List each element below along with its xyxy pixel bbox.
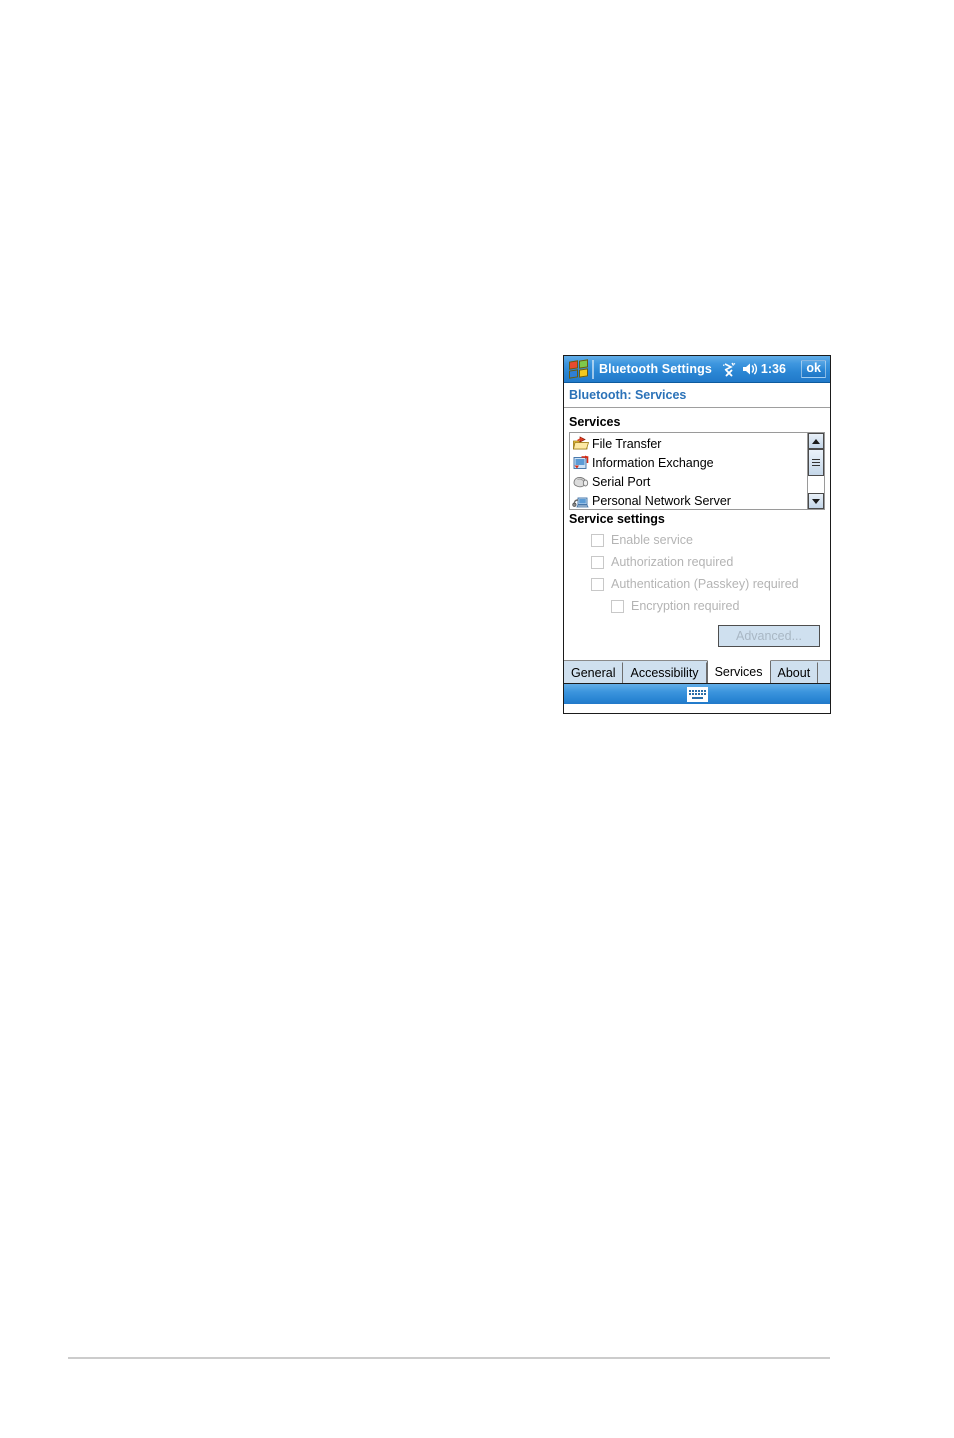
title-bar: Bluetooth Settings 1:36 ok: [564, 356, 830, 383]
information-exchange-icon: [572, 455, 590, 471]
encryption-required-checkbox[interactable]: [611, 599, 624, 613]
windows-flag-icon[interactable]: [567, 358, 589, 379]
tab-services[interactable]: Services: [706, 660, 771, 683]
scrollbar-thumb[interactable]: [808, 449, 824, 476]
services-list: File Transfer Information Exchange Seria…: [570, 433, 807, 509]
checkbox-label: Encryption required: [631, 599, 740, 613]
enable-service-checkbox[interactable]: [591, 533, 604, 547]
page-footer-rule: [68, 1357, 830, 1359]
list-item-label: Information Exchange: [592, 455, 714, 470]
services-section-label: Services: [569, 415, 621, 429]
list-item-label: File Transfer: [592, 436, 662, 451]
list-item-label: Personal Network Server: [592, 493, 731, 508]
status-icon-tray: [721, 362, 758, 377]
list-item-label: Serial Port: [592, 474, 651, 489]
sip-bar: [564, 683, 830, 704]
tab-accessibility[interactable]: Accessibility: [623, 662, 707, 683]
connectivity-icon[interactable]: [721, 362, 737, 377]
checkbox-row-encryption-required[interactable]: Encryption required: [569, 595, 825, 617]
advanced-button[interactable]: Advanced...: [718, 625, 820, 647]
clock-time: 1:36: [760, 362, 786, 376]
volume-icon[interactable]: [742, 362, 758, 376]
authentication-required-checkbox[interactable]: [591, 577, 604, 591]
checkbox-label: Enable service: [611, 533, 693, 547]
serial-port-icon: [572, 474, 590, 490]
tab-bar: General Accessibility Services About: [564, 660, 830, 683]
ok-button[interactable]: ok: [801, 359, 826, 379]
list-item[interactable]: File Transfer: [572, 434, 807, 453]
scroll-down-arrow-icon[interactable]: [808, 493, 824, 509]
personal-network-server-icon: [572, 493, 590, 509]
checkbox-row-authorization-required[interactable]: Authorization required: [569, 551, 825, 573]
window-title: Bluetooth Settings: [599, 362, 712, 376]
checkbox-row-authentication-required[interactable]: Authentication (Passkey) required: [569, 573, 825, 595]
checkbox-row-enable-service[interactable]: Enable service: [569, 529, 825, 551]
list-item[interactable]: Information Exchange: [572, 453, 807, 472]
page-title: Bluetooth: Services: [569, 388, 687, 402]
keyboard-icon[interactable]: [686, 686, 708, 702]
checkbox-label: Authentication (Passkey) required: [611, 577, 799, 591]
scrollbar-track[interactable]: [808, 449, 824, 493]
tab-general[interactable]: General: [564, 662, 624, 683]
services-listbox[interactable]: File Transfer Information Exchange Seria…: [569, 432, 825, 510]
scroll-up-arrow-icon[interactable]: [808, 433, 824, 449]
tab-bar-filler: [818, 662, 830, 683]
advanced-button-row: Advanced...: [569, 625, 825, 647]
subtitle-bar: Bluetooth: Services: [564, 383, 830, 408]
service-settings-section-label: Service settings: [569, 512, 665, 526]
services-list-scrollbar[interactable]: [807, 433, 824, 509]
list-item[interactable]: Serial Port: [572, 472, 807, 491]
settings-body: Services File Transfer Information Excha…: [564, 408, 830, 660]
file-transfer-icon: [572, 435, 590, 452]
checkbox-label: Authorization required: [611, 555, 734, 569]
title-separator: [592, 359, 594, 379]
authorization-required-checkbox[interactable]: [591, 555, 604, 569]
service-settings-group: Enable service Authorization required Au…: [569, 529, 825, 617]
bluetooth-settings-window: Bluetooth Settings 1:36 ok Bluetooth: Se…: [563, 355, 831, 714]
tab-about[interactable]: About: [770, 662, 819, 683]
list-item[interactable]: Personal Network Server: [572, 491, 807, 509]
